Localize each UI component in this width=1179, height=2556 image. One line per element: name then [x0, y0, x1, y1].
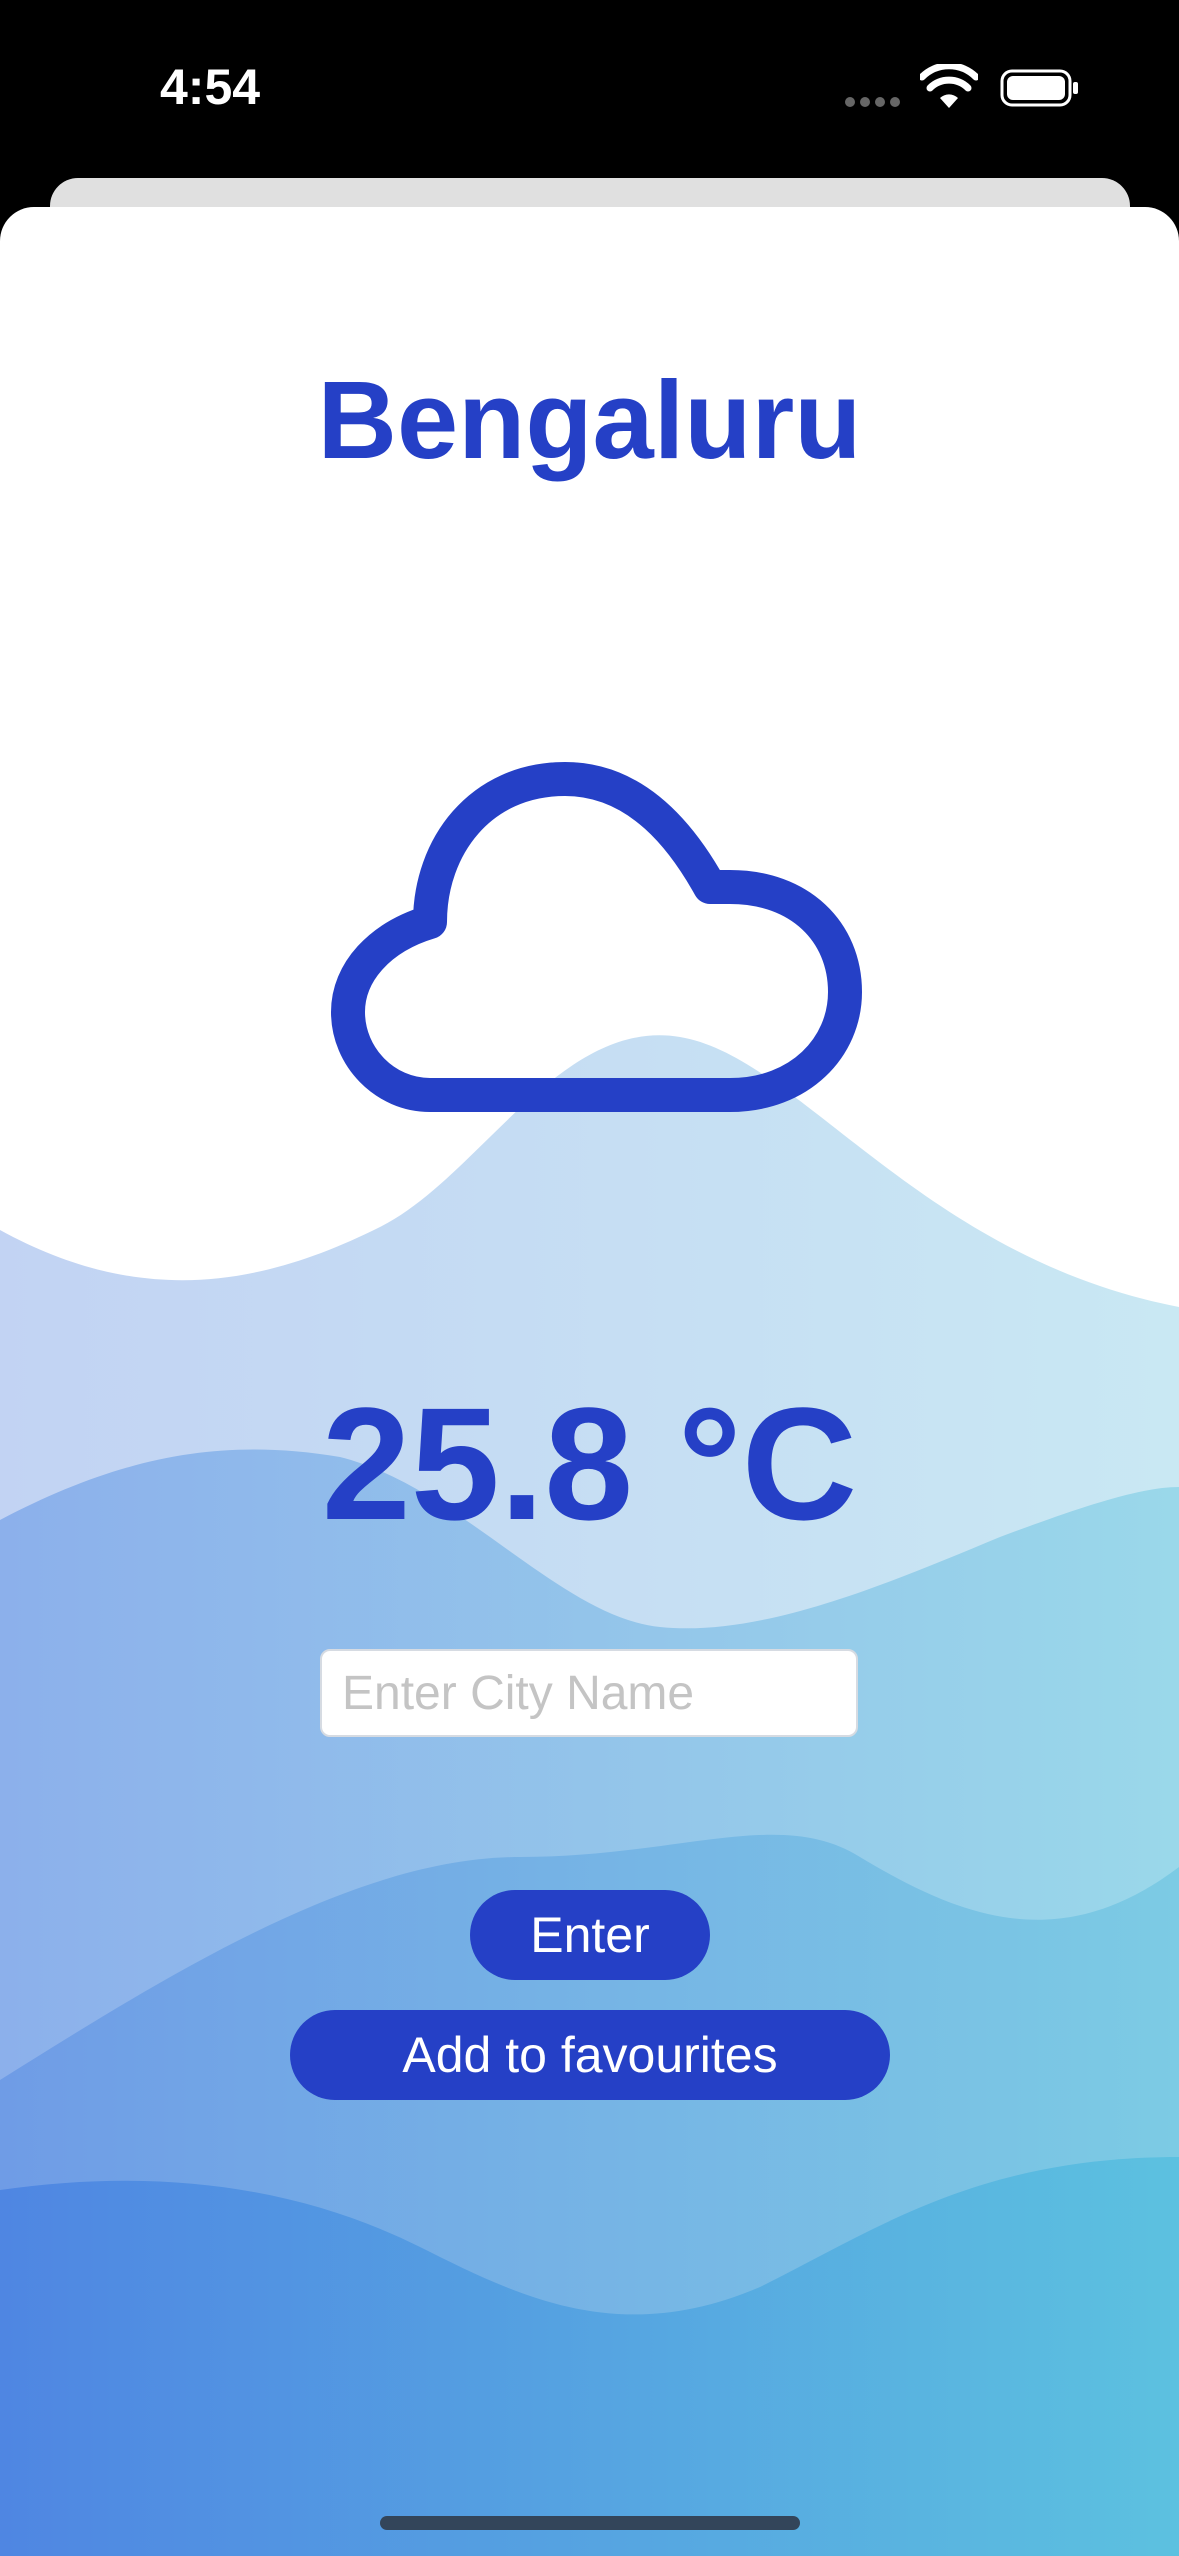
enter-button[interactable]: Enter	[470, 1890, 710, 1980]
city-name: Bengaluru	[317, 359, 862, 482]
weather-card: Bengaluru 25.8 °C Enter Add to favourite…	[0, 207, 1179, 2556]
home-indicator[interactable]	[380, 2516, 800, 2530]
cloud-icon	[331, 762, 862, 1112]
status-bar: 4:54	[0, 0, 1179, 175]
add-to-favourites-button[interactable]: Add to favourites	[290, 2010, 890, 2100]
city-search-input[interactable]	[320, 1649, 858, 1737]
wifi-icon	[920, 64, 978, 108]
temperature-value: 25.8 °C	[321, 1374, 858, 1553]
status-time: 4:54	[160, 59, 261, 115]
battery-icon	[1000, 69, 1078, 107]
cellular-dots-icon	[845, 94, 905, 112]
